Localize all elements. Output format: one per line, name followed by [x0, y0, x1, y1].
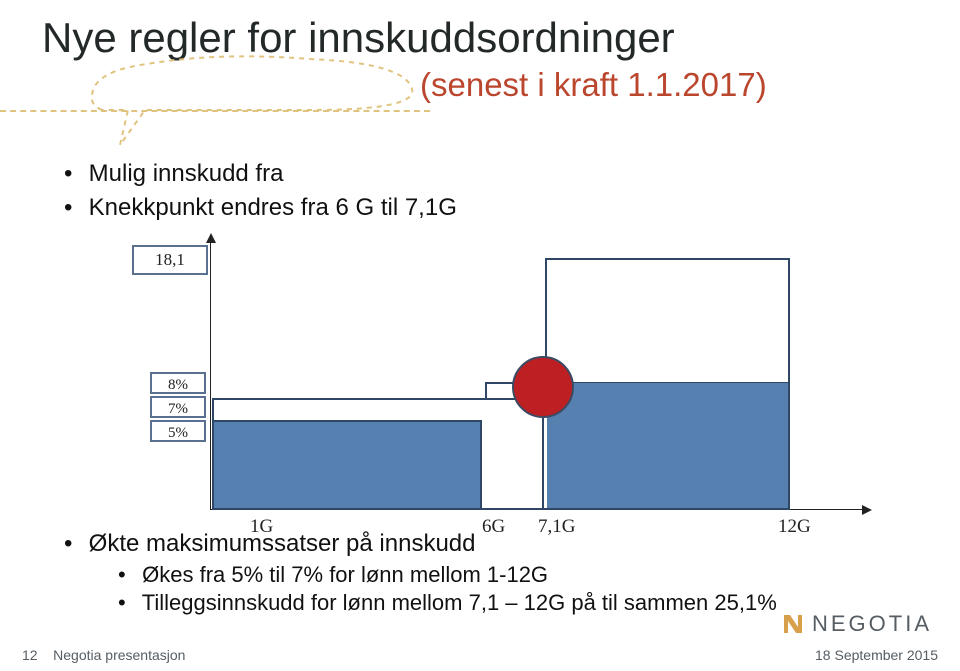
- bullet-dot-icon: •: [118, 590, 136, 616]
- page-subtitle: (senest i kraft 1.1.2017): [420, 66, 767, 104]
- slide: Nye regler for innskuddsordninger (senes…: [0, 0, 960, 671]
- axis-y: [210, 235, 211, 510]
- decor-dashed-line: [0, 110, 430, 112]
- xtick-6g: 6G: [482, 516, 505, 538]
- ytick-8: 8%: [150, 372, 206, 394]
- bullet-dot-icon: •: [118, 562, 136, 588]
- page-number: 12: [22, 647, 38, 663]
- footer-left: 12 Negotia presentasjon: [22, 647, 185, 663]
- bullet-3-text: Økte maksimumssatser på innskudd: [89, 530, 476, 557]
- bullet-dot-icon: •: [64, 194, 82, 222]
- xtick-12g: 12G: [778, 516, 811, 538]
- ytick-18-1: 18,1: [132, 245, 208, 275]
- sub-bullet-2-text: Tilleggsinnskudd for lønn mellom 7,1 – 1…: [142, 590, 777, 615]
- bullet-dot-icon: •: [64, 160, 82, 188]
- bullet-3: • Økte maksimumssatser på innskudd: [64, 530, 475, 558]
- speech-bubble-outline: [90, 55, 420, 150]
- brand-logo: NEGOTIA: [780, 611, 932, 637]
- sub-bullet-1-text: Økes fra 5% til 7% for lønn mellom 1-12G: [142, 562, 548, 587]
- ytick-5: 5%: [150, 420, 206, 442]
- chart-area: 18,1 8% 7% 5% 1G 6G 7,1G 12G: [150, 250, 850, 510]
- bullet-2: • Knekkpunkt endres fra 6 G til 7,1G: [64, 194, 457, 222]
- bullet-1-text: Mulig innskudd fra: [89, 160, 284, 187]
- xtick-7-1g: 7,1G: [538, 516, 575, 538]
- deck-name: Negotia presentasjon: [53, 647, 185, 663]
- footer-date: 18 September 2015: [815, 647, 938, 663]
- sub-bullet-2: • Tilleggsinnskudd for lønn mellom 7,1 –…: [118, 590, 777, 616]
- bullet-dot-icon: •: [64, 530, 82, 558]
- ytick-7: 7%: [150, 396, 206, 418]
- bullet-1: • Mulig innskudd fra: [64, 160, 283, 188]
- sub-bullet-1: • Økes fra 5% til 7% for lønn mellom 1-1…: [118, 562, 548, 588]
- footer: 12 Negotia presentasjon 18 September 201…: [22, 647, 938, 663]
- bullet-2-text: Knekkpunkt endres fra 6 G til 7,1G: [89, 194, 457, 221]
- page-title: Nye regler for innskuddsordninger: [42, 14, 675, 62]
- logo-text: NEGOTIA: [812, 611, 932, 637]
- logo-mark-icon: [780, 611, 806, 637]
- bar-old-low: [212, 420, 482, 510]
- marker-circle-icon: [512, 356, 574, 418]
- bar-old-high: [547, 383, 788, 508]
